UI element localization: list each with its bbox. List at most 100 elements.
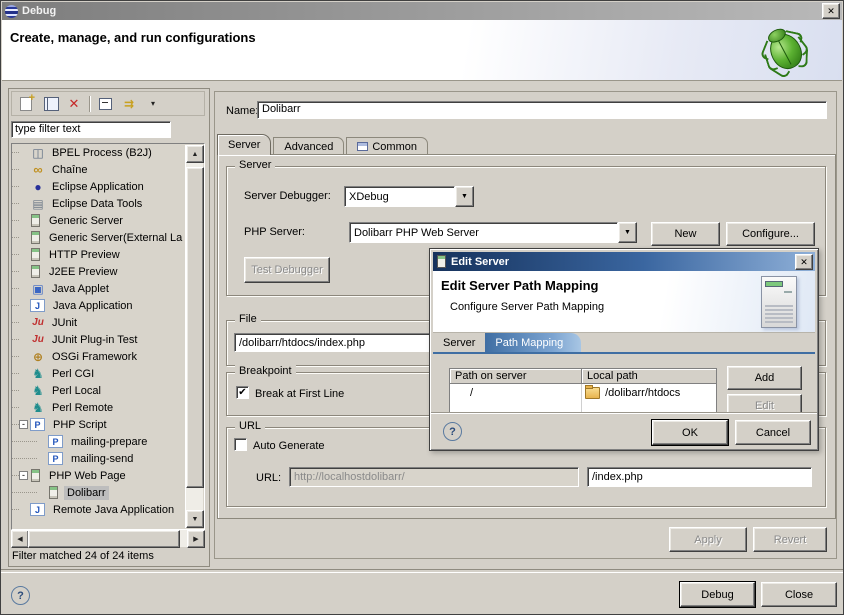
chain-icon: ∞: [30, 163, 46, 176]
ok-button[interactable]: OK: [652, 420, 728, 445]
tree-item-php-web-page[interactable]: -PHP Web Page: [12, 467, 204, 484]
name-label: Name:: [226, 105, 258, 117]
tree-vertical-scrollbar[interactable]: ▲ ▼: [185, 145, 203, 528]
auto-generate-checkbox[interactable]: [234, 438, 247, 451]
tree-horizontal-scrollbar[interactable]: ◀ ▶: [11, 530, 205, 547]
scroll-right-icon: ▶: [193, 535, 198, 543]
delete-icon: ✕: [69, 96, 80, 112]
new-server-button[interactable]: New: [651, 222, 720, 246]
server-icon: [49, 486, 58, 499]
tree-item-perl-local[interactable]: ♞Perl Local: [12, 382, 204, 399]
window-titlebar[interactable]: Debug: [2, 2, 842, 20]
filter-icon: ⇉: [124, 97, 134, 111]
dialog-tab-path-mapping[interactable]: Path Mapping: [485, 333, 581, 352]
junit-icon: Ju: [30, 316, 46, 329]
tree-item-label: HTTP Preview: [46, 248, 123, 262]
collapse-icon: [99, 98, 112, 110]
banner-title: Create, manage, and run configurations: [10, 30, 256, 45]
delete-configuration-button[interactable]: ✕: [64, 95, 84, 113]
table-row[interactable]: //dolibarr/htdocs: [450, 384, 716, 401]
toolbar-separator: [89, 96, 90, 112]
tree-item-mailing-send[interactable]: Pmailing-send: [12, 450, 204, 467]
scroll-right-button[interactable]: ▶: [187, 530, 205, 548]
server-icon: [437, 255, 446, 268]
combo-arrow-button[interactable]: ▼: [455, 186, 474, 207]
tree-item-label: Chaîne: [49, 163, 90, 177]
help-button[interactable]: ?: [11, 586, 30, 605]
tree-item-mailing-prepare[interactable]: Pmailing-prepare: [12, 433, 204, 450]
revert-button[interactable]: Revert: [753, 527, 827, 552]
tree-item-label: J2EE Preview: [46, 265, 120, 279]
tree-item-eclipse-application[interactable]: ●Eclipse Application: [12, 178, 204, 195]
tree-item-java-applet[interactable]: ▣Java Applet: [12, 280, 204, 297]
toolbar-menu-button[interactable]: ▾: [143, 95, 163, 113]
break-first-line-checkbox[interactable]: ✔: [236, 386, 249, 399]
debug-window: Debug ✕ Create, manage, and run configur…: [0, 0, 844, 615]
dialog-close-button[interactable]: ✕: [795, 254, 813, 270]
tree-item-perl-cgi[interactable]: ♞Perl CGI: [12, 365, 204, 382]
tree-item-bpel-process-b2j-[interactable]: ◫BPEL Process (B2J): [12, 144, 204, 161]
url-base-input[interactable]: http://localhostdolibarr/: [289, 467, 579, 487]
cell-local-path: /dolibarr/htdocs: [582, 384, 716, 401]
combo-arrow-button[interactable]: ▼: [618, 222, 637, 243]
scroll-down-icon: ▼: [192, 516, 199, 523]
tree-item-cha-ne[interactable]: ∞Chaîne: [12, 161, 204, 178]
apply-button[interactable]: Apply: [669, 527, 747, 552]
collapse-all-button[interactable]: [95, 95, 115, 113]
tree-item-java-application[interactable]: JJava Application: [12, 297, 204, 314]
tab-common[interactable]: Common: [346, 137, 428, 155]
scroll-down-button[interactable]: ▼: [186, 510, 204, 528]
dialog-tab-server[interactable]: Server: [433, 333, 485, 352]
expander-icon[interactable]: -: [19, 471, 28, 480]
java-icon: J: [30, 299, 45, 312]
tree-item-generic-server[interactable]: Generic Server: [12, 212, 204, 229]
tree-item-http-preview[interactable]: HTTP Preview: [12, 246, 204, 263]
php-server-select[interactable]: Dolibarr PHP Web Server ▼: [349, 222, 637, 243]
tree-item-php-script[interactable]: -PPHP Script: [12, 416, 204, 433]
php-server-label: PHP Server:: [244, 226, 305, 238]
tree-item-junit[interactable]: JuJUnit: [12, 314, 204, 331]
column-path-on-server[interactable]: Path on server: [450, 369, 582, 384]
tree-item-osgi-framework[interactable]: ⊕OSGi Framework: [12, 348, 204, 365]
debug-button[interactable]: Debug: [680, 582, 755, 607]
tree-item-j2ee-preview[interactable]: J2EE Preview: [12, 263, 204, 280]
cancel-button[interactable]: Cancel: [735, 420, 811, 445]
tree-item-remote-java-application[interactable]: JRemote Java Application: [12, 501, 204, 518]
tree-item-perl-remote[interactable]: ♞Perl Remote: [12, 399, 204, 416]
config-tree-items: ◫BPEL Process (B2J)∞Chaîne●Eclipse Appli…: [12, 144, 204, 518]
tree-item-eclipse-data-tools[interactable]: ▤Eclipse Data Tools: [12, 195, 204, 212]
configure-server-button[interactable]: Configure...: [726, 222, 815, 246]
tab-advanced[interactable]: Advanced: [273, 137, 344, 155]
duplicate-configuration-button[interactable]: [40, 95, 60, 113]
bpel-icon: ◫: [30, 146, 46, 159]
tree-item-label: OSGi Framework: [49, 350, 140, 364]
server-debugger-select[interactable]: XDebug ▼: [344, 186, 474, 207]
dialog-titlebar[interactable]: Edit Server: [433, 252, 815, 271]
test-debugger-button[interactable]: Test Debugger: [244, 257, 330, 283]
url-path-input[interactable]: /index.php: [587, 467, 812, 487]
horizontal-scroll-thumb[interactable]: [28, 530, 180, 548]
tree-item-junit-plug-in-test[interactable]: JuJUnit Plug-in Test: [12, 331, 204, 348]
tab-server[interactable]: Server: [217, 134, 271, 155]
config-tree: ◫BPEL Process (B2J)∞Chaîne●Eclipse Appli…: [11, 143, 205, 530]
dialog-heading: Edit Server Path Mapping: [441, 278, 598, 293]
name-input[interactable]: Dolibarr: [257, 101, 827, 119]
column-local-path[interactable]: Local path: [582, 369, 716, 384]
config-tabs: ServerAdvancedCommon: [217, 135, 430, 155]
add-mapping-button[interactable]: Add: [727, 366, 802, 390]
window-close-button[interactable]: ✕: [822, 3, 840, 19]
close-button[interactable]: Close: [761, 582, 837, 607]
dialog-help-button[interactable]: ?: [443, 422, 462, 441]
filter-launch-button[interactable]: ⇉: [119, 95, 139, 113]
rjava-icon: J: [30, 503, 45, 516]
window-title: Debug: [22, 5, 56, 17]
tree-item-dolibarr[interactable]: Dolibarr: [12, 484, 204, 501]
vertical-scroll-thumb[interactable]: [186, 167, 204, 488]
scroll-left-button[interactable]: ◀: [11, 530, 29, 548]
new-configuration-button[interactable]: +: [16, 95, 36, 113]
type-filter-input[interactable]: type filter text: [11, 121, 171, 138]
scroll-up-button[interactable]: ▲: [186, 145, 204, 163]
expander-icon[interactable]: -: [19, 420, 28, 429]
tree-item-generic-server-external-la[interactable]: Generic Server(External La: [12, 229, 204, 246]
help-icon: ?: [449, 426, 456, 438]
